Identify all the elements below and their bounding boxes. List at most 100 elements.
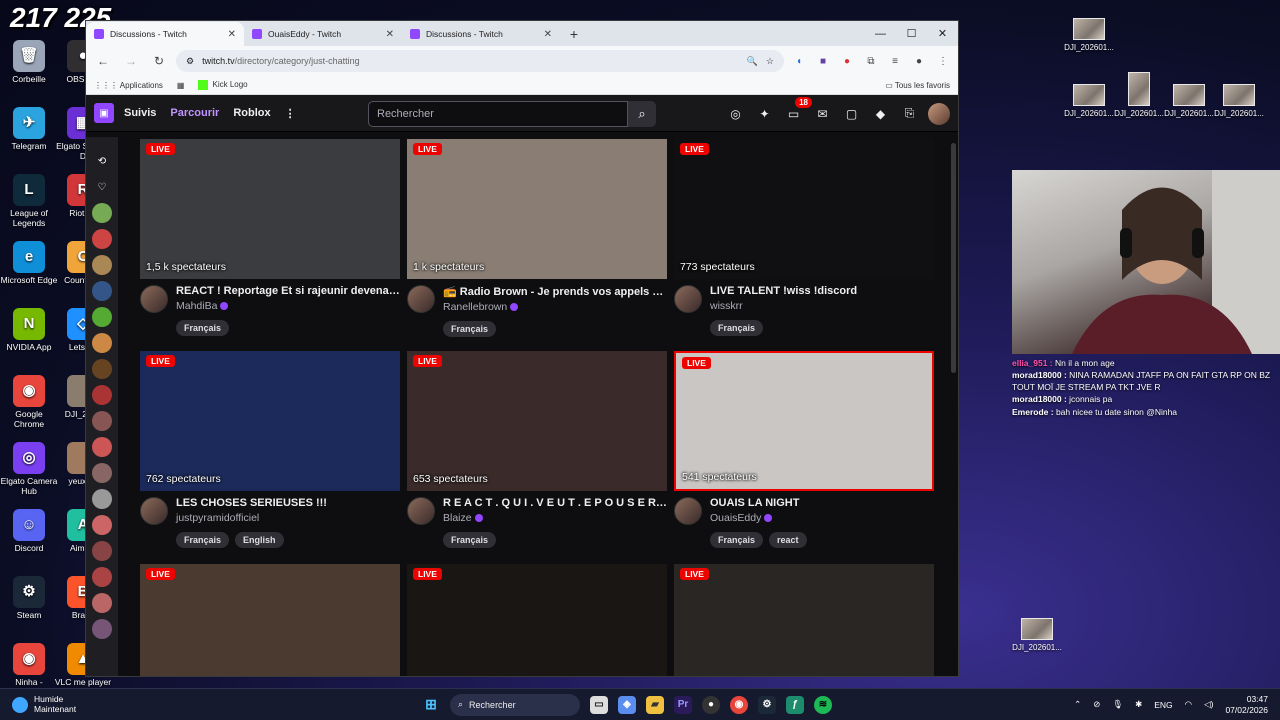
more-kebab-icon[interactable]: ⋮ <box>285 107 296 120</box>
desktop-file[interactable]: DJI_202601... <box>1208 84 1270 118</box>
stream-thumbnail[interactable]: LIVE 1 k spectateurs <box>407 139 667 279</box>
stream-tag[interactable]: react <box>769 532 807 548</box>
stream-card[interactable]: LIVE <box>674 564 934 676</box>
close-window-icon[interactable]: ✕ <box>927 21 958 46</box>
desktop-shortcut[interactable]: L League of Legends <box>0 174 58 229</box>
prime-icon[interactable]: ⎘ <box>899 103 920 124</box>
stream-tag[interactable]: Français <box>710 532 764 548</box>
desktop-shortcut[interactable]: ✈ Telegram <box>0 107 58 152</box>
channel-avatar[interactable] <box>92 255 112 275</box>
app-icon[interactable]: ƒ <box>786 695 804 714</box>
inbox-icon[interactable]: ✉ <box>812 103 833 124</box>
search-icon[interactable]: ⌕ <box>628 101 656 127</box>
stream-tag[interactable]: Français <box>443 532 497 548</box>
extensions-puzzle-icon[interactable]: ⧉ <box>862 52 880 70</box>
search-input[interactable]: Rechercher <box>368 101 628 127</box>
steam-icon[interactable]: ⚙ <box>758 695 776 714</box>
following-heart-icon[interactable]: ♡ <box>92 177 112 197</box>
desktop-file[interactable]: DJI_202601... <box>1058 18 1120 52</box>
channel-avatar[interactable] <box>92 229 112 249</box>
language-indicator[interactable]: ENG <box>1154 700 1172 710</box>
microphone-icon[interactable]: 🎙 <box>1112 699 1123 710</box>
stream-title[interactable]: REACT ! Reportage Et si rajeunir devenai… <box>176 285 400 297</box>
channel-avatar[interactable] <box>92 203 112 223</box>
channel-name[interactable]: Ranellebrown <box>443 301 667 313</box>
extension-icon[interactable]: ● <box>838 52 856 70</box>
stream-tag[interactable]: Français <box>176 320 230 336</box>
stream-tag[interactable]: English <box>235 532 284 548</box>
channel-avatar[interactable] <box>92 489 112 509</box>
drops-icon[interactable]: ◎ <box>725 103 746 124</box>
browser-tab[interactable]: OuaisEddy - Twitch ✕ <box>244 22 402 46</box>
browser-tab[interactable]: Discussions - Twitch ✕ <box>86 22 244 46</box>
all-bookmarks[interactable]: ▭ Tous les favoris <box>885 81 950 90</box>
desktop-shortcut[interactable]: ◉ Google Chrome <box>0 375 58 430</box>
recommended-icon[interactable]: ⟲ <box>92 151 112 171</box>
stream-title[interactable]: R E A C T . Q U I . V E U T . E P O U S … <box>443 497 667 509</box>
bits-icon[interactable]: ◆ <box>870 103 891 124</box>
spotify-icon[interactable]: ≋ <box>814 695 832 714</box>
taskbar-search[interactable]: ⌕ Rechercher <box>450 693 580 716</box>
nav-browse[interactable]: Parcourir <box>170 107 219 119</box>
close-tab-icon[interactable]: ✕ <box>544 29 552 40</box>
url-input[interactable]: ⚙ twitch.tv/directory/category/just-chat… <box>176 50 784 72</box>
nav-roblox[interactable]: Roblox <box>233 107 270 119</box>
stream-tag[interactable]: Français <box>176 532 230 548</box>
channel-name[interactable]: wisskrr <box>710 300 934 312</box>
stream-thumbnail[interactable]: LIVE <box>407 564 667 676</box>
desktop-shortcut[interactable]: N NVIDIA App <box>0 308 58 353</box>
file-explorer-icon[interactable]: ▰ <box>646 695 664 714</box>
stream-card[interactable]: LIVE <box>140 564 400 676</box>
channel-avatar[interactable] <box>674 497 702 525</box>
channel-avatar[interactable] <box>140 285 168 313</box>
stream-tag[interactable]: Français <box>443 321 497 337</box>
task-view-icon[interactable]: ▭ <box>590 695 608 714</box>
tray-app-icon[interactable]: ⊘ <box>1093 699 1100 710</box>
clock[interactable]: 03:47 07/02/2026 <box>1225 694 1268 715</box>
notifications-icon[interactable]: ▭ 18 <box>783 97 812 124</box>
forward-icon[interactable]: → <box>120 50 142 72</box>
channel-avatar[interactable] <box>140 497 168 525</box>
stream-card[interactable]: LIVE 1 k spectateurs 📻 Radio Brown - Je pr… <box>407 139 667 337</box>
stream-card[interactable]: LIVE 653 spectateurs R E A C T . Q U I . V… <box>407 351 667 548</box>
channel-name[interactable]: Blaize <box>443 512 667 524</box>
profile-avatar-icon[interactable]: ● <box>910 52 928 70</box>
channel-name[interactable]: justpyramidofficiel <box>176 512 400 524</box>
start-icon[interactable]: ⊞ <box>422 696 440 714</box>
channel-avatar[interactable] <box>92 307 112 327</box>
stream-card[interactable]: LIVE 773 spectateurs LIVE TALENT !wiss !di… <box>674 139 934 336</box>
desktop-shortcut[interactable]: 🗑 Corbeille <box>0 40 58 85</box>
stream-card[interactable]: LIVE <box>407 564 667 676</box>
channel-avatar[interactable] <box>92 619 112 639</box>
stream-title[interactable]: 📻 Radio Brown - Je prends vos appels 😁 .… <box>443 285 667 298</box>
channel-avatar[interactable] <box>674 285 702 313</box>
reload-icon[interactable]: ↻ <box>148 50 170 72</box>
desktop-shortcut[interactable]: ☺ Discord <box>0 509 58 554</box>
bookmark-apps[interactable]: ⋮⋮⋮ Applications <box>94 81 163 90</box>
desktop-shortcut[interactable]: ◎ Elgato Camera Hub <box>0 442 58 497</box>
desktop-shortcut[interactable]: e Microsoft Edge <box>0 241 58 286</box>
stream-thumbnail[interactable]: LIVE <box>674 564 934 676</box>
chrome-icon[interactable]: ◉ <box>730 695 748 714</box>
menu-kebab-icon[interactable]: ⋮ <box>934 52 952 70</box>
stream-card[interactable]: LIVE 541 spectateurs OUAIS LA NIGHT OuaisEd… <box>674 351 934 548</box>
stream-thumbnail[interactable]: LIVE <box>140 564 400 676</box>
obs-icon[interactable]: ● <box>702 695 720 714</box>
stream-card[interactable]: LIVE 762 spectateurs LES CHOSES SERIEUSES … <box>140 351 400 548</box>
media-control-icon[interactable]: ≡ <box>886 52 904 70</box>
desktop-shortcut[interactable]: ⚙ Steam <box>0 576 58 621</box>
stream-thumbnail[interactable]: LIVE 541 spectateurs <box>674 351 934 491</box>
stream-tag[interactable]: Français <box>710 320 764 336</box>
channel-avatar[interactable] <box>92 411 112 431</box>
channel-avatar[interactable] <box>92 385 112 405</box>
channel-avatar[interactable] <box>92 515 112 535</box>
channel-avatar[interactable] <box>92 541 112 561</box>
extension-icon[interactable]: ◖ <box>790 52 808 70</box>
whispers-icon[interactable]: ▢ <box>841 103 862 124</box>
channel-avatar[interactable] <box>92 567 112 587</box>
channel-avatar[interactable] <box>92 281 112 301</box>
stream-title[interactable]: LIVE TALENT !wiss !discord <box>710 285 934 297</box>
stream-title[interactable]: OUAIS LA NIGHT <box>710 497 934 509</box>
copilot-icon[interactable]: ◈ <box>618 695 636 714</box>
site-info-icon[interactable]: ⚙ <box>186 56 194 67</box>
